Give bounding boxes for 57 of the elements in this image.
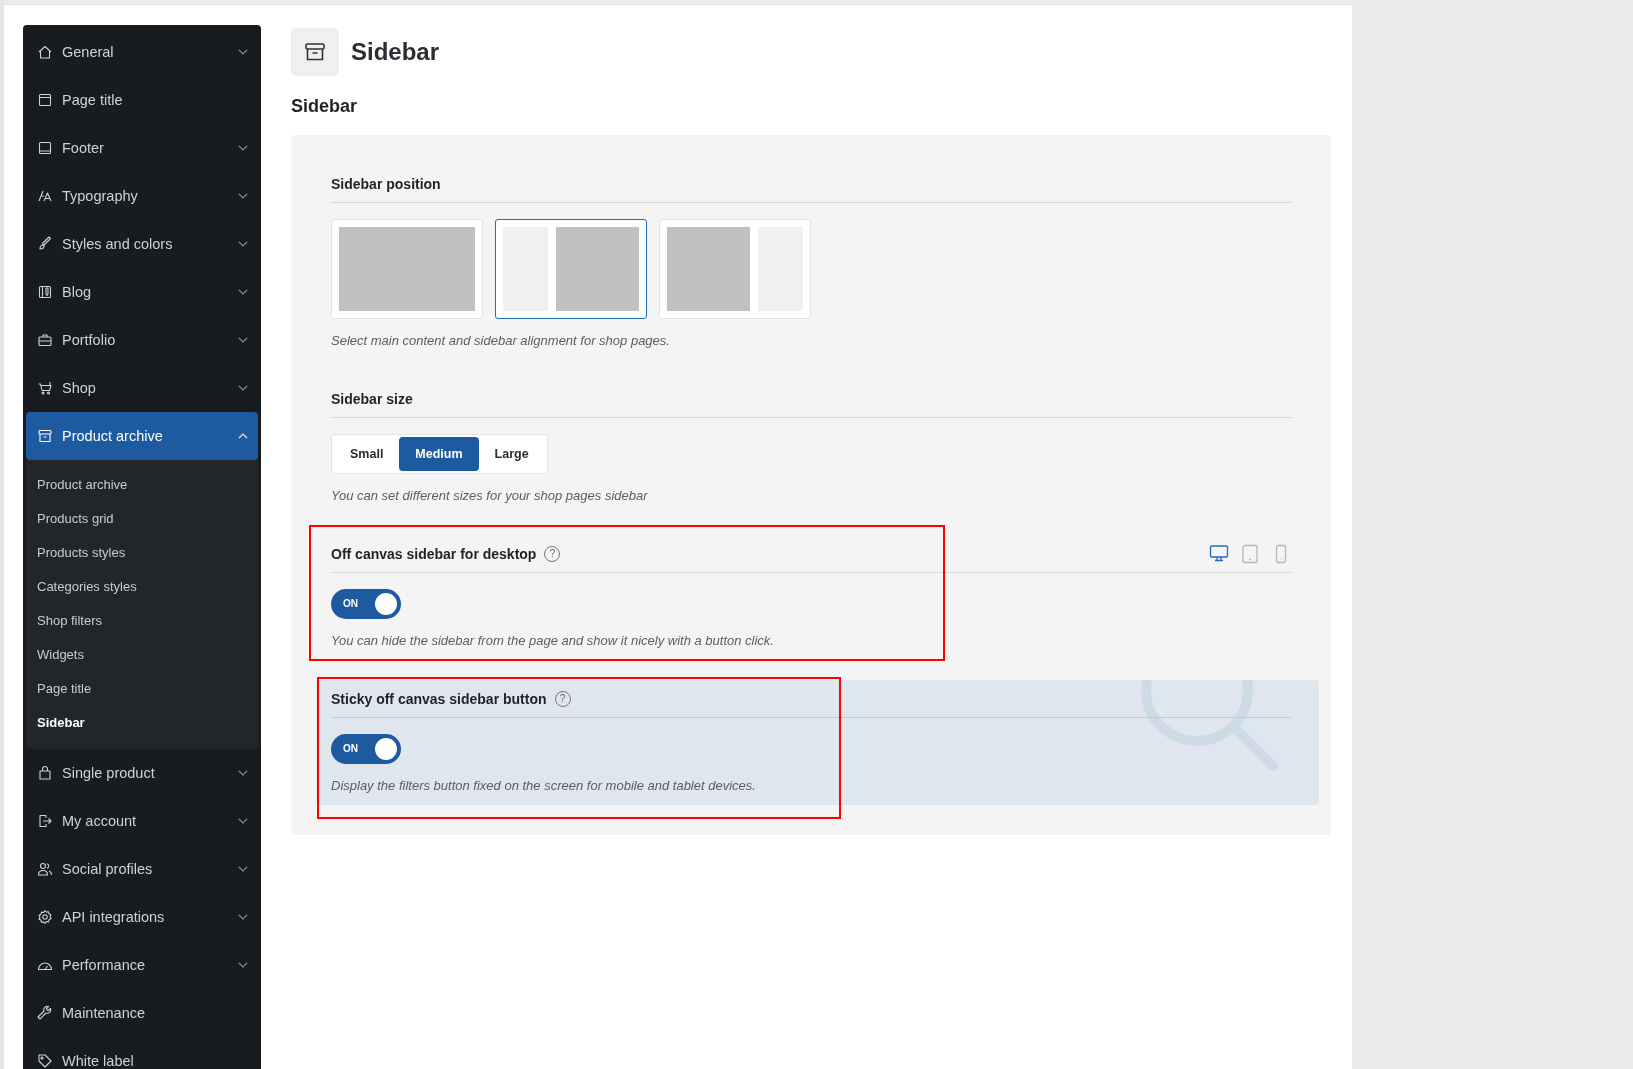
size-option[interactable]: Large bbox=[478, 437, 545, 471]
tablet-icon[interactable] bbox=[1240, 543, 1260, 564]
menu-item[interactable]: Styles and colors bbox=[23, 220, 261, 268]
section-title: Sidebar bbox=[291, 96, 359, 117]
setting-description: Select main content and sidebar alignment for shop pages. bbox=[331, 333, 671, 348]
menu-item[interactable]: My account bbox=[23, 797, 261, 845]
menu-item[interactable]: Blog bbox=[23, 268, 261, 316]
typography-icon bbox=[37, 188, 53, 204]
book-icon bbox=[37, 284, 53, 300]
layout-option[interactable] bbox=[495, 219, 647, 319]
bag-icon bbox=[37, 765, 53, 781]
archive-icon bbox=[37, 428, 53, 444]
menu-item[interactable]: Product archive bbox=[26, 412, 258, 460]
menu-item[interactable]: Footer bbox=[23, 124, 261, 172]
setting-description: Display the filters button fixed on the screen for mobile and tablet devices. bbox=[331, 778, 757, 793]
menu-item[interactable]: Portfolio bbox=[23, 316, 261, 364]
setting-label: Sticky off canvas sidebar button bbox=[331, 690, 547, 707]
menu-item[interactable]: General bbox=[23, 28, 261, 76]
setting-label: Sidebar position bbox=[331, 175, 441, 192]
people-icon bbox=[37, 861, 53, 877]
submenu-item[interactable]: Shop filters bbox=[26, 604, 103, 638]
menu-item[interactable]: Typography bbox=[23, 172, 261, 220]
submenu-item[interactable]: Products styles bbox=[26, 536, 126, 570]
briefcase-icon bbox=[37, 332, 53, 348]
setting-description: You can set different sizes for your shop pages sidebar bbox=[331, 488, 649, 503]
wrench-icon bbox=[37, 1005, 53, 1021]
menu-item[interactable]: Shop bbox=[23, 364, 261, 412]
menu-item[interactable]: Maintenance bbox=[23, 989, 261, 1037]
submenu-item[interactable]: Product archive bbox=[26, 468, 128, 502]
tag-icon bbox=[37, 1053, 53, 1069]
brush-icon bbox=[37, 236, 53, 252]
submenu-item[interactable]: Page title bbox=[26, 672, 92, 706]
submenu-item[interactable]: Widgets bbox=[26, 638, 84, 672]
window-icon bbox=[37, 92, 53, 108]
house-icon bbox=[37, 44, 53, 60]
size-option[interactable]: Small bbox=[334, 437, 400, 471]
toggle-switch[interactable]: ON bbox=[331, 589, 401, 619]
submenu-item[interactable]: Categories styles bbox=[26, 570, 137, 604]
cart-icon bbox=[37, 380, 53, 396]
door-arrow-icon bbox=[37, 813, 53, 829]
setting-label: Sidebar size bbox=[331, 390, 413, 407]
menu-item[interactable]: Social profiles bbox=[23, 845, 261, 893]
setting-description: You can hide the sidebar from the page and show it nicely with a button click. bbox=[331, 633, 775, 648]
submenu-item[interactable]: Sidebar bbox=[26, 706, 85, 740]
page-title: Sidebar bbox=[351, 38, 440, 66]
menu-item[interactable]: White label bbox=[23, 1037, 261, 1069]
size-option[interactable]: Medium bbox=[399, 437, 479, 471]
setting-label: Off canvas sidebar for desktop bbox=[331, 545, 537, 562]
menu-item[interactable]: Single product bbox=[23, 749, 261, 797]
menu-item[interactable]: Performance bbox=[23, 941, 261, 989]
monitor-icon[interactable] bbox=[1209, 543, 1229, 564]
menu-item[interactable]: API integrations bbox=[23, 893, 261, 941]
gear-icon bbox=[37, 909, 53, 925]
menu-item[interactable]: Page title bbox=[23, 76, 261, 124]
panel-icon bbox=[37, 140, 53, 156]
toggle-switch[interactable]: ON bbox=[331, 734, 401, 764]
submenu-item[interactable]: Products grid bbox=[26, 502, 114, 536]
